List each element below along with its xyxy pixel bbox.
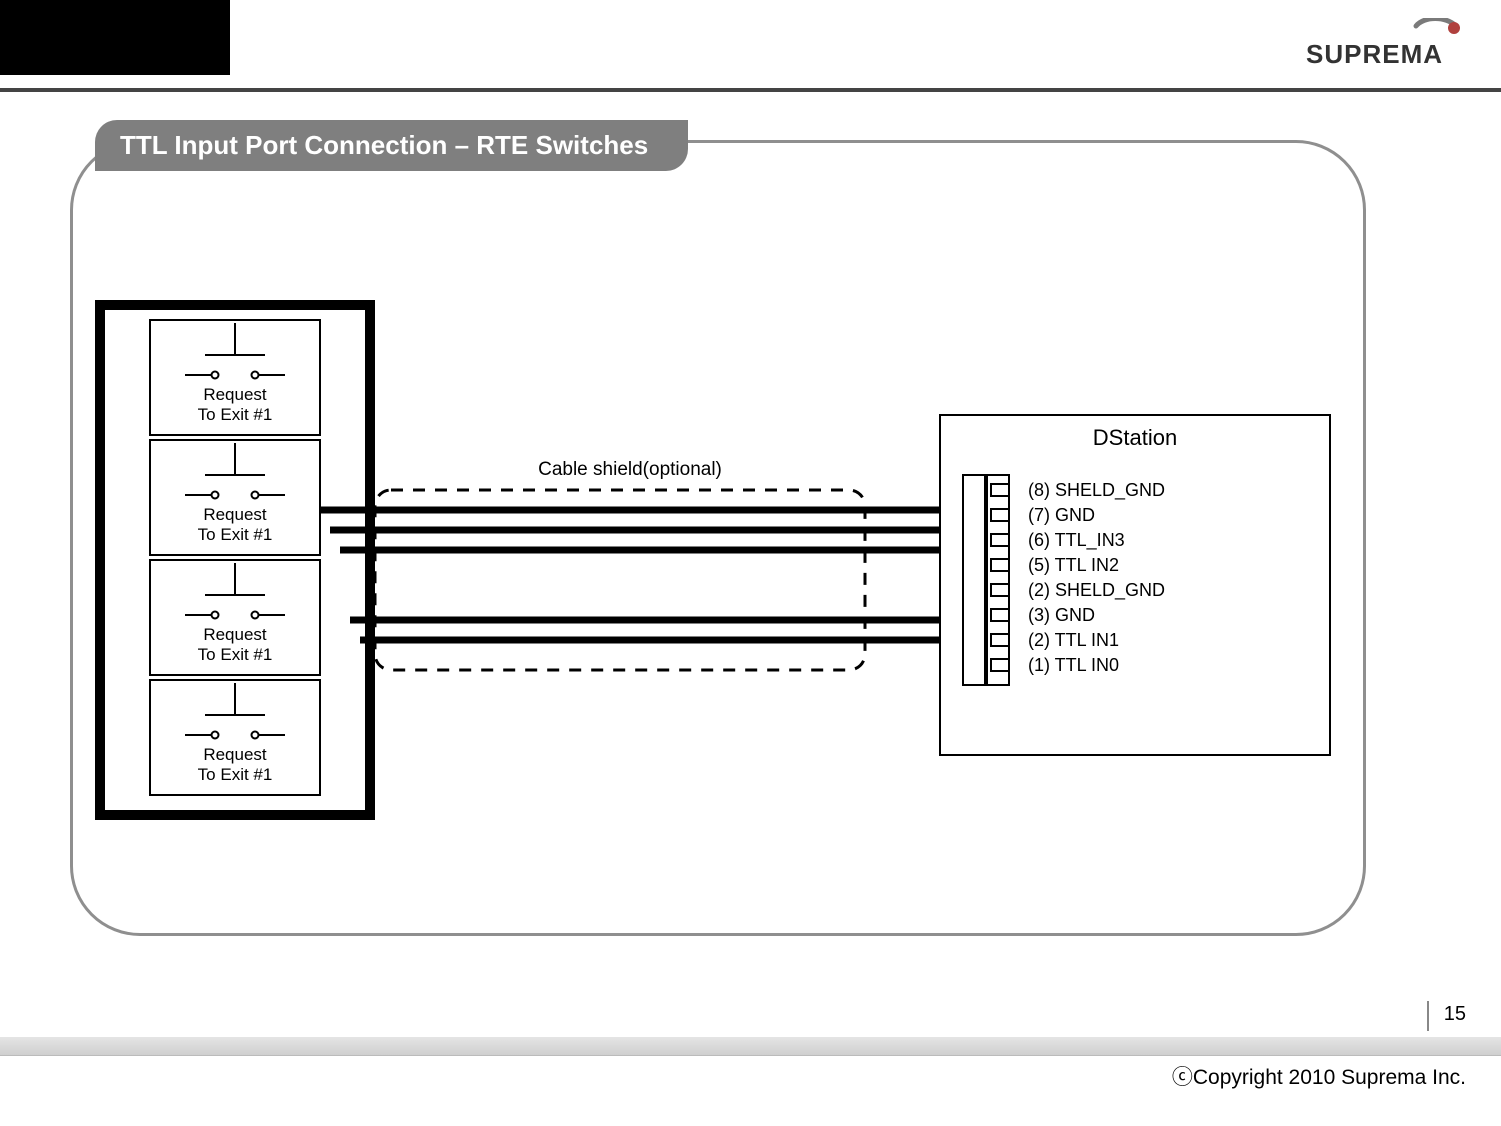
page-number-divider	[1427, 1001, 1429, 1031]
switch-1-line1: Request	[203, 385, 267, 404]
pin-6: (6) TTL_IN3	[1028, 530, 1125, 551]
pin-1: (1) TTL IN0	[1028, 655, 1119, 675]
header-black-block	[0, 0, 230, 75]
suprema-logo: SUPREMA	[1306, 18, 1466, 70]
switch-box-2: Request To Exit #1	[150, 440, 320, 555]
dstation-title: DStation	[1093, 425, 1177, 450]
switch-2-line2: To Exit #1	[198, 525, 273, 544]
pin-7: (7) GND	[1028, 505, 1095, 525]
switch-box-3: Request To Exit #1	[150, 560, 320, 675]
cable-shield-label: Cable shield(optional)	[538, 459, 722, 480]
dstation-box: DStation (8) SHELD_GND (7) GND (6) TTL_I…	[940, 415, 1330, 755]
pin-5: (5) TTL IN2	[1028, 555, 1119, 575]
footer-bar	[0, 1037, 1501, 1056]
switch-4-line2: To Exit #1	[198, 765, 273, 784]
header-bar: SUPREMA	[0, 0, 1501, 92]
switch-2-line1: Request	[203, 505, 267, 524]
switch-box-4: Request To Exit #1	[150, 680, 320, 795]
pin-4: (2) SHELD_GND	[1028, 580, 1165, 601]
wiring-diagram: Request To Exit #1 Request To Exit #1 Re…	[70, 140, 1360, 930]
pin-8: (8) SHELD_GND	[1028, 480, 1165, 501]
switch-4-line1: Request	[203, 745, 267, 764]
switch-3-line1: Request	[203, 625, 267, 644]
svg-text:SUPREMA: SUPREMA	[1306, 39, 1443, 69]
switch-box-1: Request To Exit #1	[150, 320, 320, 435]
pin-2: (2) TTL IN1	[1028, 630, 1119, 650]
copyright-text: ⓒCopyright 2010 Suprema Inc.	[1172, 1061, 1466, 1091]
switch-1-line2: To Exit #1	[198, 405, 273, 424]
switch-3-line2: To Exit #1	[198, 645, 273, 664]
pin-3: (3) GND	[1028, 605, 1095, 625]
footer: 15 ⓒCopyright 2010 Suprema Inc.	[0, 1026, 1501, 1126]
page-number: 15	[1444, 1003, 1466, 1026]
